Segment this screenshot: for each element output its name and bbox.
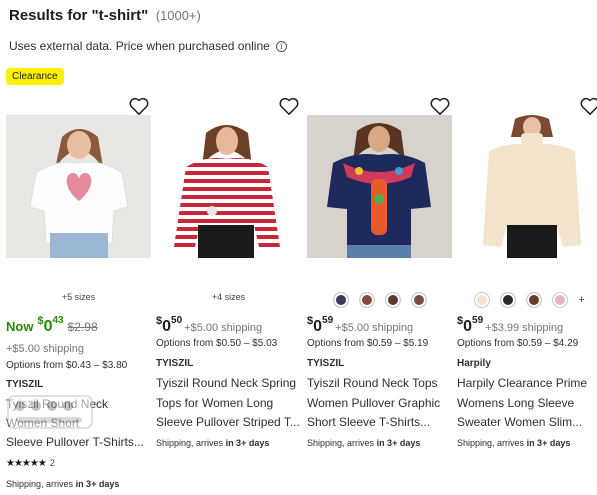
product-image[interactable] [307,115,452,258]
product-card[interactable]: +5 sizes Now $043 $2.98 +$5.00 shipping … [6,96,154,491]
product-title-line-2[interactable]: Women Short [6,416,154,430]
star-icon: ★★★★★ [6,458,47,469]
product-card[interactable]: +4 sizes $050 +$5.00 shipping Options fr… [156,96,304,491]
product-title-line-1[interactable]: Tyiszil Round Neck [6,397,154,411]
brand: TYISZIL [307,358,345,369]
more-colors[interactable]: + [578,294,584,306]
price-cents: 43 [52,315,64,326]
brand: Harpily [457,358,491,369]
price: $050 +$5.00 shipping [156,315,263,335]
product-image[interactable] [156,115,301,258]
product-title-line-2[interactable]: Womens Long Sleeve [457,396,595,410]
product-title-line-2[interactable]: Tops for Women Long [156,396,304,410]
heart-outline-icon[interactable] [128,96,150,116]
product-image[interactable] [6,115,151,258]
pricing-note: Uses external data. Price when purchased… [9,39,287,53]
price-whole: 0 [463,318,473,335]
shipping-price: +$5.00 shipping [184,322,263,334]
results-header: Results for "t-shirt" (1000+) [9,7,201,25]
color-swatch[interactable] [526,292,543,308]
product-title-line-3[interactable]: Sleeve Pullover Striped T... [156,415,304,429]
price-now-label: Now [6,319,34,334]
product-title-line-1[interactable]: Harpily Clearance Prime [457,376,595,390]
product-image[interactable] [457,115,597,258]
product-title-line-1[interactable]: Tyiszil Round Neck Spring [156,376,304,390]
color-swatch[interactable] [332,292,349,308]
options-range: Options from $0.59 – $5.19 [307,338,429,349]
price: Now $043 $2.98 [6,315,98,335]
brand: TYISZIL [6,379,44,390]
pricing-note-text: Uses external data. Price when purchased… [9,39,270,53]
color-swatch[interactable] [500,292,517,308]
size-options[interactable]: +5 sizes [6,292,151,302]
shipping-price: +$5.00 shipping [6,343,84,355]
shipping-info: Shipping, arrives in 3+ days [6,479,120,489]
options-range: Options from $0.43 – $3.80 [6,360,128,371]
product-card[interactable]: $059 +$5.00 shipping Options from $0.59 … [307,96,455,491]
color-swatches: + [457,292,597,308]
shipping-info: Shipping, arrives in 3+ days [307,438,421,448]
price-whole: 0 [313,318,323,335]
color-swatch[interactable] [410,292,427,308]
results-title: Results for "t-shirt" [9,7,149,24]
heart-outline-icon[interactable] [278,96,300,116]
product-title-line-3[interactable]: Short Sleeve T-Shirts... [307,415,455,429]
product-title-line-1[interactable]: Tyiszil Round Neck Tops [307,376,455,390]
color-swatches [307,292,452,308]
clearance-badge[interactable]: Clearance [6,68,64,85]
size-options[interactable]: +4 sizes [156,292,301,302]
heart-outline-icon[interactable] [579,96,597,116]
product-title-line-3[interactable]: Sweater Women Slim... [457,415,595,429]
rating-count: 2 [49,458,55,468]
product-title-line-2[interactable]: Women Pullover Graphic [307,396,455,410]
options-range: Options from $0.50 – $5.03 [156,338,278,349]
product-card[interactable]: + $059 +$3.99 shipping Options from $0.5… [457,96,597,491]
shipping-price: +$5.00 shipping [335,322,414,334]
price: $059 +$3.99 shipping [457,315,564,335]
price-cents: 50 [171,315,183,326]
rating: ★★★★★ 2 [6,458,55,469]
color-swatch[interactable] [552,292,569,308]
price-cents: 59 [472,315,484,326]
brand: TYISZIL [156,358,194,369]
color-swatch[interactable] [384,292,401,308]
heart-outline-icon[interactable] [429,96,451,116]
price-cents: 59 [322,315,334,326]
color-swatch[interactable] [358,292,375,308]
shipping-info: Shipping, arrives in 3+ days [457,438,571,448]
color-swatch[interactable] [474,292,491,308]
was-price: $2.98 [67,320,98,334]
shipping-info: Shipping, arrives in 3+ days [156,438,270,448]
price-whole: 0 [162,318,172,335]
results-count: (1000+) [155,8,201,23]
info-icon[interactable]: i [275,40,287,52]
product-title-line-3[interactable]: Sleeve Pullover T-Shirts... [6,435,154,449]
options-range: Options from $0.59 – $4.29 [457,338,579,349]
price: $059 +$5.00 shipping [307,315,414,335]
shipping-price: +$3.99 shipping [485,322,564,334]
